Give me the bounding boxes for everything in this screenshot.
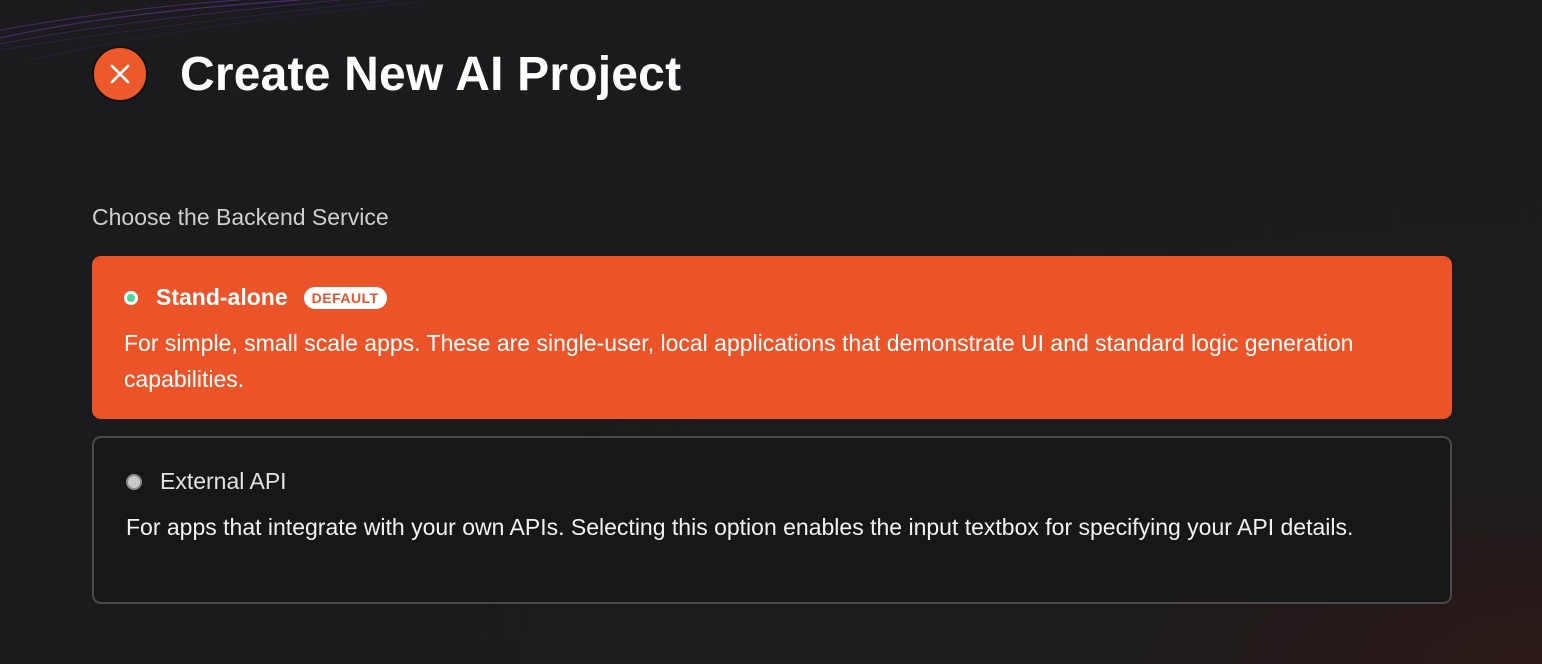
radio-selected-icon[interactable] xyxy=(124,290,138,305)
page-title: Create New AI Project xyxy=(180,47,682,101)
option-title: External API xyxy=(160,468,287,494)
close-icon xyxy=(110,64,130,84)
option-header: Stand-alone DEFAULT xyxy=(124,284,1420,311)
backend-service-label: Choose the Backend Service xyxy=(92,204,389,230)
create-project-page: Create New AI Project Choose the Backend… xyxy=(0,0,1542,664)
default-badge: DEFAULT xyxy=(303,286,387,309)
option-description: For simple, small scale apps. These are … xyxy=(124,330,1354,392)
close-button[interactable] xyxy=(92,46,148,102)
option-external-api[interactable]: External API For apps that integrate wit… xyxy=(92,436,1452,604)
option-title: Stand-alone xyxy=(156,284,288,310)
option-description: For apps that integrate with your own AP… xyxy=(126,514,1354,540)
radio-unselected-icon[interactable] xyxy=(126,473,142,490)
option-stand-alone[interactable]: Stand-alone DEFAULT For simple, small sc… xyxy=(92,256,1452,419)
option-header: External API xyxy=(126,468,1418,495)
page-header: Create New AI Project xyxy=(92,46,681,102)
